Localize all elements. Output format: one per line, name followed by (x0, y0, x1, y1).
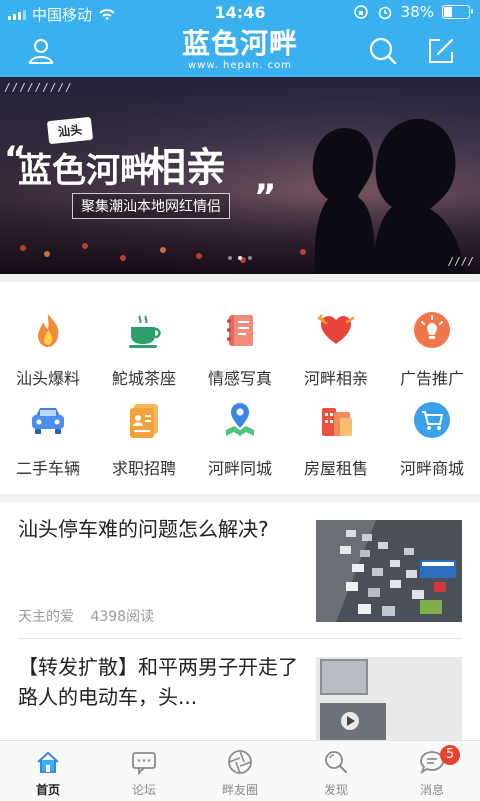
article-read-count: 4398阅读 (90, 609, 155, 625)
banner-title-dating: 相亲 (146, 145, 226, 191)
battery-percent: 38% (400, 3, 434, 21)
unread-badge: 5 (440, 745, 460, 765)
article-author: 天主的爱 (18, 609, 74, 625)
banner-location-tag: 汕头 (46, 116, 94, 145)
bottom-tab-bar: 首页 论坛 畔友圈 发现 消息 5 (0, 740, 480, 801)
category-label: 河畔商城 (399, 459, 464, 478)
category-item[interactable]: 房屋租售 (288, 376, 384, 478)
compose-icon[interactable] (426, 36, 456, 66)
category-item[interactable]: 河畔商城 (384, 376, 480, 478)
banner-decoration-bottom: //// (447, 255, 475, 268)
category-label: 二手车辆 (15, 459, 80, 478)
banner-decoration-top: ///////// (4, 81, 73, 94)
category-grid: 汕头爆料 鮀城茶座 情感写真 河畔相亲 广告推广二手车辆 求职招聘 河畔同城 房屋租售 河畔商城 (0, 282, 480, 494)
car-icon (32, 408, 64, 434)
banner-subtitle: 聚集潮汕本地网红情侣 (72, 193, 230, 219)
home-icon (37, 751, 59, 773)
id-card-icon (130, 404, 158, 438)
status-bar-right: 38% (353, 3, 473, 21)
logo-text: 蓝色河畔 (181, 27, 298, 60)
aperture-icon (228, 750, 252, 774)
category-item[interactable]: 河畔相亲 (288, 286, 384, 388)
article-thumbnail[interactable] (316, 520, 462, 622)
article-meta: 天主的爱 4398阅读 (18, 606, 154, 626)
battery-icon (442, 5, 473, 19)
couple-silhouette (312, 118, 466, 274)
tea-cup-icon (129, 315, 161, 348)
article-item[interactable]: 汕头停车难的问题怎么解决? 天主的爱 4398阅读 (0, 502, 480, 638)
category-item[interactable]: 汕头爆料 (0, 286, 96, 388)
status-bar: 中国移动 14:46 38% (0, 0, 480, 26)
category-item[interactable]: 情感写真 (192, 286, 288, 388)
tab-1[interactable]: 论坛 (96, 741, 192, 801)
category-label: 河畔同城 (207, 459, 272, 478)
heart-icon (317, 314, 355, 344)
shopping-cart-icon (414, 402, 450, 438)
tab-label: 畔友圈 (221, 783, 258, 797)
search-icon[interactable] (368, 36, 398, 66)
banner-close-quote: ” (254, 177, 277, 217)
category-item[interactable]: 求职招聘 (96, 376, 192, 478)
tab-2[interactable]: 畔友圈 (192, 741, 288, 801)
app-header: 蓝色河畔 www. hepan. com (0, 26, 480, 77)
banner-carousel[interactable]: ///////// “ 汕头 蓝色河畔 相亲 ” 聚集潮汕本地网红情侣 //// (0, 77, 480, 274)
app-logo: 蓝色河畔 www. hepan. com (0, 28, 480, 72)
building-icon (322, 408, 352, 436)
category-item[interactable]: 广告推广 (384, 286, 480, 388)
banner-title-brand: 蓝色河畔 (18, 151, 154, 191)
search-icon (325, 751, 347, 773)
category-label: 求职招聘 (111, 459, 176, 478)
logo-domain: www. hepan. com (188, 60, 292, 71)
lightbulb-icon (414, 312, 450, 348)
tab-label: 消息 (419, 783, 444, 797)
article-title[interactable]: 汕头停车难的问题怎么解决? (18, 514, 300, 544)
section-divider (0, 274, 480, 282)
carousel-dot[interactable] (228, 256, 232, 260)
tab-label: 首页 (35, 783, 60, 797)
category-item[interactable]: 河畔同城 (192, 376, 288, 478)
alarm-icon (378, 6, 391, 20)
section-divider (0, 494, 480, 502)
tab-4[interactable]: 消息 5 (384, 741, 480, 801)
category-item[interactable]: 鮀城茶座 (96, 286, 192, 388)
rotation-lock-icon (353, 5, 368, 19)
article-title[interactable]: 【转发扩散】和平两男子开走了路人的电动车，头... (18, 652, 300, 712)
article-item[interactable]: 【转发扩散】和平两男子开走了路人的电动车，头... (0, 639, 480, 740)
chat-board-icon (132, 752, 156, 775)
article-thumbnail[interactable] (316, 657, 462, 740)
fire-icon (38, 314, 59, 347)
category-label: 房屋租售 (303, 459, 368, 478)
tab-label: 论坛 (131, 783, 156, 797)
tab-3[interactable]: 发现 (288, 741, 384, 801)
notebook-icon (227, 315, 253, 346)
carousel-indicator[interactable] (0, 256, 480, 260)
carousel-dot[interactable] (248, 256, 252, 260)
tab-0[interactable]: 首页 (0, 741, 96, 801)
category-item[interactable]: 二手车辆 (0, 376, 96, 478)
tab-label: 发现 (323, 783, 348, 797)
map-pin-icon (226, 403, 254, 436)
carousel-dot[interactable] (238, 256, 242, 260)
